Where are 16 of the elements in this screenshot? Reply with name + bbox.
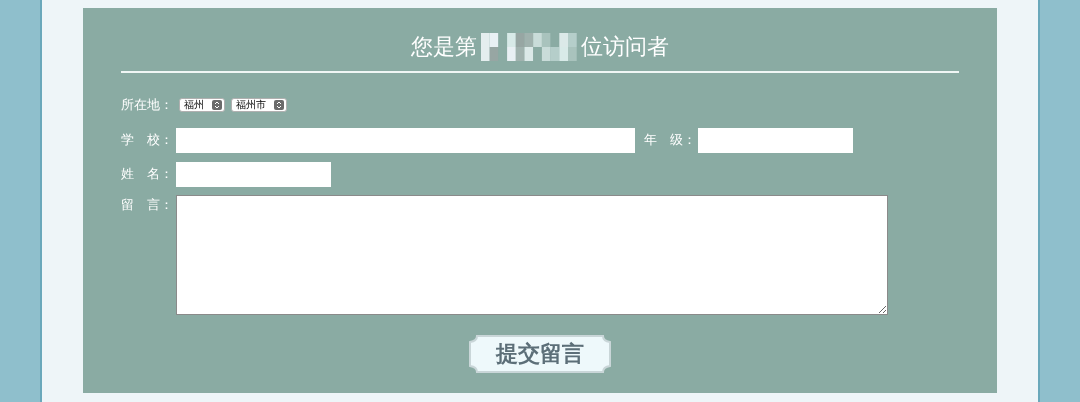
dropdown[interactable]: 福州市 (231, 97, 287, 112)
school-field[interactable] (176, 127, 635, 153)
grade-field[interactable] (698, 127, 853, 153)
school-label: 学 校： (121, 131, 174, 150)
title-text: 您是第 (411, 33, 477, 61)
chevron-updown-icon (212, 99, 222, 110)
submit-button[interactable]: 提交留言 (469, 334, 611, 373)
grade-label: 年 级： (644, 131, 697, 150)
title-text: 位访问者 (581, 33, 669, 61)
location-label: 所在地： (121, 96, 173, 114)
dropdown[interactable]: 福州 (179, 97, 225, 112)
message-label: 留 言： (121, 195, 174, 214)
message-field[interactable] (176, 194, 888, 315)
chevron-updown-icon (274, 99, 284, 110)
name-label: 姓 名： (121, 165, 174, 184)
name-field[interactable] (176, 161, 331, 187)
